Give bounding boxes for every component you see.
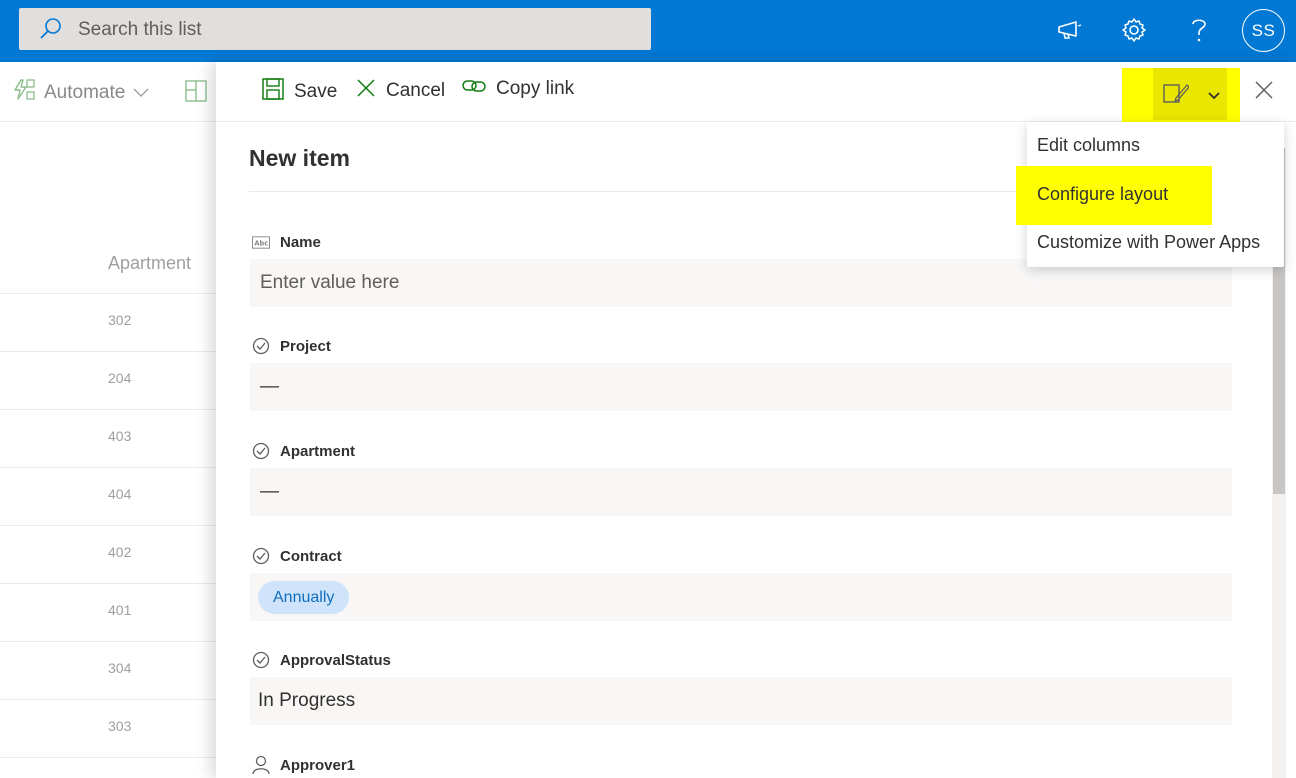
help-icon[interactable] bbox=[1183, 14, 1215, 46]
cell-apartment: 401 bbox=[108, 602, 132, 618]
svg-text:Abc: Abc bbox=[254, 239, 268, 247]
approval-status-dropdown[interactable]: In Progress bbox=[250, 677, 1232, 725]
chevron-down-icon bbox=[1208, 87, 1220, 105]
gear-icon[interactable] bbox=[1118, 14, 1150, 46]
field-label-approval-status: ApprovalStatus bbox=[252, 651, 391, 669]
form-options-button[interactable] bbox=[1153, 68, 1227, 120]
table-row[interactable]: 204 bbox=[0, 352, 216, 410]
apartment-dropdown[interactable]: — bbox=[250, 468, 1232, 516]
project-dropdown[interactable]: — bbox=[250, 363, 1232, 411]
contract-dropdown[interactable]: Annually bbox=[250, 573, 1232, 621]
form-options-menu: Edit columns Configure layout Customize … bbox=[1016, 122, 1284, 267]
suite-bar: Search this list SS bbox=[0, 0, 1296, 62]
menu-item-label: Edit columns bbox=[1037, 135, 1141, 155]
contract-choice-pill[interactable]: Annually bbox=[258, 581, 350, 614]
panel-title: New item bbox=[249, 145, 350, 171]
name-placeholder: Enter value here bbox=[260, 272, 400, 293]
cell-apartment: 302 bbox=[108, 312, 132, 328]
save-icon bbox=[262, 78, 284, 106]
choice-field-icon bbox=[252, 651, 270, 669]
table-row[interactable]: 401 bbox=[0, 584, 216, 642]
field-project-text: Project bbox=[280, 337, 331, 355]
table-row[interactable]: 303 bbox=[0, 700, 216, 758]
choice-field-icon bbox=[252, 337, 270, 355]
edit-form-icon bbox=[1163, 82, 1190, 109]
copy-link-button[interactable]: Copy link bbox=[462, 78, 574, 100]
choice-field-icon bbox=[252, 442, 270, 460]
automate-icon bbox=[12, 79, 36, 107]
field-name-text: Name bbox=[280, 233, 321, 251]
search-icon bbox=[39, 17, 63, 41]
cancel-label: Cancel bbox=[386, 80, 446, 101]
cell-apartment: 204 bbox=[108, 370, 132, 386]
background-list: Automate Apartment 302 204 403 404 402 4… bbox=[0, 62, 216, 778]
link-icon bbox=[462, 78, 486, 100]
menu-item-customize-power-apps[interactable]: Customize with Power Apps bbox=[1027, 219, 1284, 267]
cell-apartment: 403 bbox=[108, 428, 132, 444]
field-approval-status-text: ApprovalStatus bbox=[280, 651, 391, 669]
chevron-down-icon bbox=[133, 82, 149, 104]
table-row[interactable]: 302 bbox=[0, 294, 216, 352]
board-view-icon[interactable] bbox=[185, 80, 207, 107]
megaphone-icon[interactable] bbox=[1054, 14, 1086, 46]
automate-button[interactable]: Automate bbox=[12, 79, 149, 107]
search-box[interactable]: Search this list bbox=[19, 8, 651, 50]
list-command-bar: Automate bbox=[0, 62, 216, 122]
field-label-apartment: Apartment bbox=[252, 442, 355, 460]
field-label-name: Abc Name bbox=[252, 233, 321, 251]
menu-item-label: Configure layout bbox=[1037, 184, 1169, 204]
field-approver1-text: Approver1 bbox=[280, 756, 356, 774]
menu-item-edit-columns[interactable]: Edit columns bbox=[1027, 122, 1284, 170]
cancel-button[interactable]: Cancel bbox=[356, 78, 445, 104]
cell-apartment: 402 bbox=[108, 544, 132, 560]
search-placeholder: Search this list bbox=[78, 19, 202, 40]
avatar[interactable]: SS bbox=[1242, 9, 1285, 52]
choice-field-icon bbox=[252, 547, 270, 565]
save-button[interactable]: Save bbox=[262, 78, 337, 106]
close-panel-button[interactable] bbox=[1252, 78, 1276, 106]
table-row[interactable]: 304 bbox=[0, 642, 216, 700]
automate-label: Automate bbox=[44, 82, 126, 103]
field-apartment-text: Apartment bbox=[280, 442, 356, 460]
cell-apartment: 304 bbox=[108, 660, 132, 676]
menu-item-configure-layout[interactable]: Configure layout bbox=[1027, 171, 1284, 219]
field-label-approver1: Approver1 bbox=[252, 755, 356, 775]
field-label-project: Project bbox=[252, 337, 331, 355]
person-icon bbox=[252, 755, 270, 775]
cell-apartment: 404 bbox=[108, 486, 132, 502]
project-value: — bbox=[260, 376, 279, 397]
field-label-contract: Contract bbox=[252, 547, 342, 565]
close-icon bbox=[356, 78, 376, 104]
save-label: Save bbox=[294, 81, 338, 102]
cell-apartment: 303 bbox=[108, 718, 132, 734]
panel-command-bar: Save Cancel Copy link bbox=[216, 62, 1296, 128]
column-header-apartment[interactable]: Apartment bbox=[108, 253, 191, 274]
menu-item-label: Customize with Power Apps bbox=[1037, 232, 1261, 252]
apartment-value: — bbox=[260, 481, 279, 502]
approval-status-value: In Progress bbox=[258, 690, 356, 711]
close-icon bbox=[1254, 80, 1274, 105]
table-row[interactable]: 403 bbox=[0, 410, 216, 468]
text-field-icon: Abc bbox=[252, 233, 270, 251]
field-contract-text: Contract bbox=[280, 547, 342, 565]
copy-link-label: Copy link bbox=[496, 78, 575, 99]
table-row[interactable]: 404 bbox=[0, 468, 216, 526]
table-row[interactable]: 402 bbox=[0, 526, 216, 584]
